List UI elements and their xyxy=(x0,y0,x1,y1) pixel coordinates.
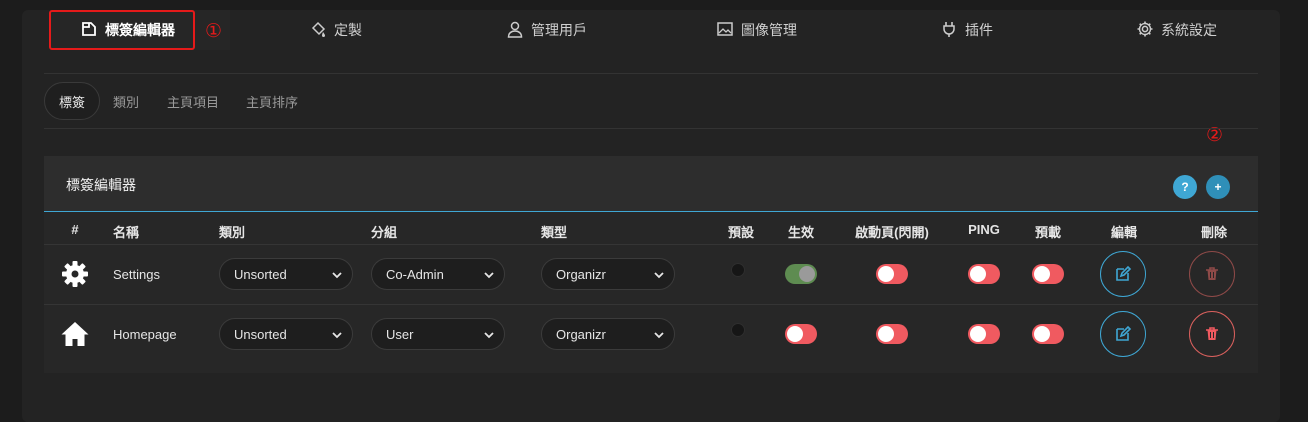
ping-toggle[interactable] xyxy=(968,324,1000,344)
category-select[interactable]: Unsorted xyxy=(219,258,353,290)
group-select[interactable]: Co-Admin xyxy=(371,258,505,290)
subtab-homepage-order[interactable]: 主頁排序 xyxy=(246,82,298,120)
tab-plugins[interactable]: 插件 xyxy=(940,10,993,50)
annotation-number-1: ① xyxy=(205,20,223,42)
card-title: 標簽編輯器 xyxy=(66,177,136,193)
edit-icon xyxy=(1116,325,1132,341)
column-header-name: 名稱 xyxy=(113,225,140,240)
column-header-preload: 預載 xyxy=(1034,225,1062,240)
chevron-down-icon xyxy=(332,332,342,339)
annotation-box-1 xyxy=(49,10,195,50)
delete-button[interactable] xyxy=(1189,251,1235,297)
column-header-delete: 刪除 xyxy=(1200,225,1228,240)
column-header-type: 類型 xyxy=(541,225,568,240)
type-select[interactable]: Organizr xyxy=(541,318,675,350)
delete-button[interactable] xyxy=(1189,311,1235,357)
plus-icon: + xyxy=(1214,180,1222,194)
preload-toggle[interactable] xyxy=(1032,264,1064,284)
trash-icon xyxy=(1206,327,1218,340)
paint-bucket-icon xyxy=(309,20,327,41)
row-divider xyxy=(44,244,1258,245)
user-icon xyxy=(506,20,524,41)
preload-toggle[interactable] xyxy=(1032,324,1064,344)
subtab-homepage-items[interactable]: 主頁項目 xyxy=(167,82,219,120)
edit-button[interactable] xyxy=(1100,251,1146,297)
edit-icon xyxy=(1116,265,1132,281)
tab-customize[interactable]: 定製 xyxy=(309,10,362,50)
active-toggle[interactable] xyxy=(785,324,817,344)
card-header: 標簽編輯器 ? + xyxy=(44,156,1258,212)
edit-button[interactable] xyxy=(1100,311,1146,357)
tab-image-manager[interactable]: 圖像管理 xyxy=(716,10,797,50)
type-select[interactable]: Organizr xyxy=(541,258,675,290)
column-header-active: 生效 xyxy=(787,225,815,240)
active-toggle[interactable] xyxy=(785,264,817,284)
tab-name: Homepage xyxy=(113,327,177,342)
row-divider xyxy=(44,304,1258,305)
column-header-group: 分組 xyxy=(371,225,398,240)
chevron-down-icon xyxy=(332,272,342,279)
image-icon xyxy=(716,20,734,41)
splash-toggle[interactable] xyxy=(876,324,908,344)
tab-label: 插件 xyxy=(965,22,993,38)
chevron-down-icon xyxy=(654,332,664,339)
plug-icon xyxy=(940,20,958,41)
home-icon xyxy=(61,322,89,346)
gear-icon xyxy=(62,261,88,287)
add-tab-button[interactable]: + xyxy=(1206,175,1230,199)
column-header-index: # xyxy=(71,222,79,237)
subtab-categories[interactable]: 類別 xyxy=(113,82,139,120)
tab-system-settings[interactable]: 系統設定 xyxy=(1136,10,1217,50)
column-header-edit: 編輯 xyxy=(1110,225,1138,240)
group-select[interactable]: User xyxy=(371,318,505,350)
divider xyxy=(44,128,1258,129)
tab-label: 圖像管理 xyxy=(741,22,797,38)
gear-icon xyxy=(1136,20,1154,41)
help-button[interactable]: ? xyxy=(1173,175,1197,199)
splash-toggle[interactable] xyxy=(876,264,908,284)
ping-toggle[interactable] xyxy=(968,264,1000,284)
column-header-default: 預設 xyxy=(727,225,755,240)
default-radio[interactable] xyxy=(731,263,745,277)
tab-name: Settings xyxy=(113,267,160,282)
trash-icon xyxy=(1206,267,1218,280)
column-header-splash: 啟動頁(閃開) xyxy=(855,225,929,240)
column-header-category: 類別 xyxy=(219,225,246,240)
chevron-down-icon xyxy=(654,272,664,279)
tab-manage-users[interactable]: 管理用戶 xyxy=(506,10,587,50)
tab-label: 定製 xyxy=(334,22,362,38)
default-radio[interactable] xyxy=(731,323,745,337)
chevron-down-icon xyxy=(484,332,494,339)
category-select[interactable]: Unsorted xyxy=(219,318,353,350)
subtab-tabs[interactable]: 標簽 xyxy=(44,82,101,120)
divider xyxy=(44,73,1258,74)
column-header-ping: PING xyxy=(968,222,1000,237)
help-icon: ? xyxy=(1181,180,1189,194)
tab-label: 系統設定 xyxy=(1161,22,1217,38)
chevron-down-icon xyxy=(484,272,494,279)
tab-label: 管理用戶 xyxy=(531,22,587,38)
